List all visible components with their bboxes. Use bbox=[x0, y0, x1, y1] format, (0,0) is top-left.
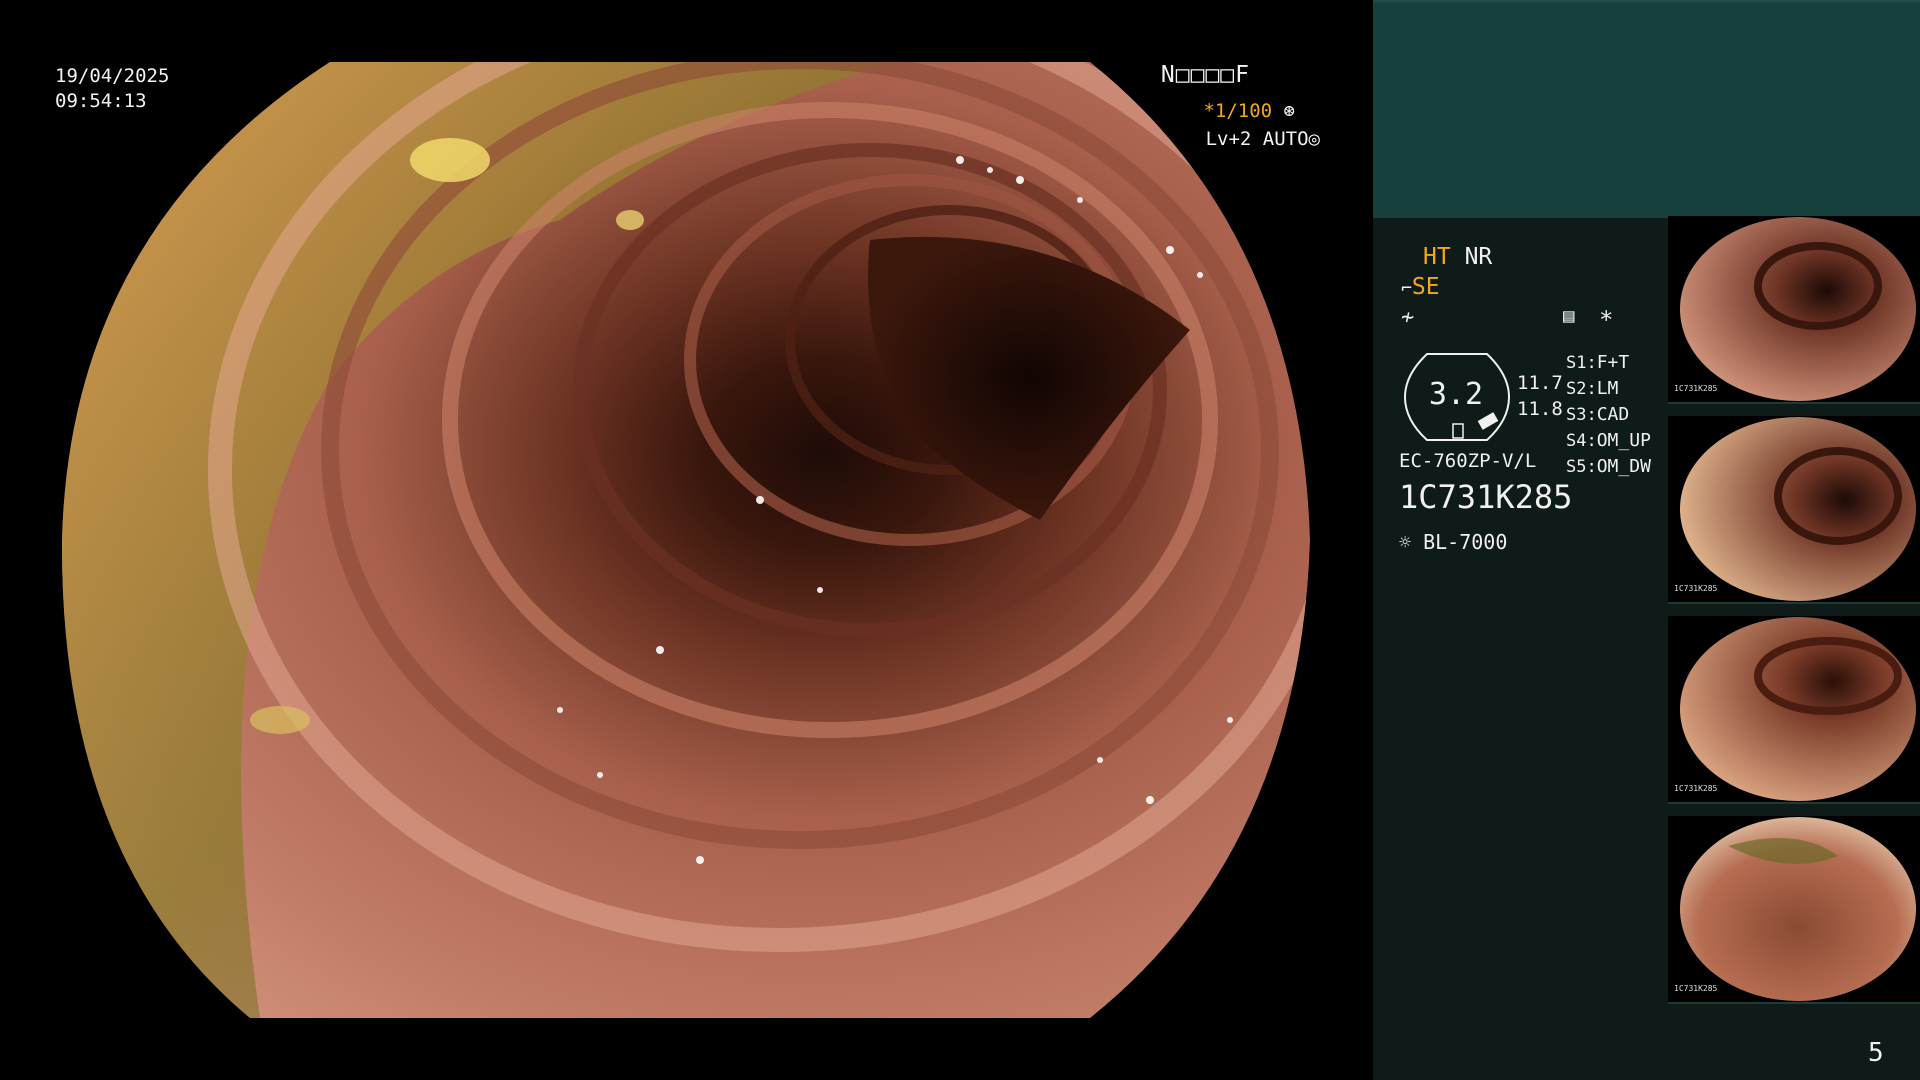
page-number: 5 bbox=[1868, 1038, 1884, 1068]
endoscopic-image bbox=[61, 62, 1311, 1018]
auto-exposure-icon: ◎ bbox=[1308, 128, 1320, 150]
thumbnail-image bbox=[1680, 417, 1916, 601]
settings-item: S2:LM bbox=[1566, 378, 1619, 399]
thumbnail-1[interactable]: 1C731K285 bbox=[1668, 216, 1920, 404]
nr-label: NR bbox=[1464, 244, 1493, 270]
scope-model: EC-760ZP-V/L bbox=[1399, 450, 1537, 472]
settings-item: S5:OM_DW bbox=[1566, 456, 1651, 477]
gauge-right-top: 11.7 bbox=[1517, 372, 1563, 394]
gauge-right-bottom: 11.8 bbox=[1517, 398, 1563, 420]
star-mark: * bbox=[1599, 306, 1614, 334]
panel-header-area bbox=[1373, 0, 1920, 218]
shutter-icon: ⊛ bbox=[1283, 100, 1295, 122]
thumbnail-image bbox=[1680, 617, 1916, 801]
filter-icon: ≁ bbox=[1401, 305, 1415, 330]
thumbnail-label: 1C731K285 bbox=[1674, 984, 1718, 993]
shutter-speed: *1/100 ⊛ bbox=[1120, 100, 1295, 122]
patient-code: N□□□□F bbox=[1160, 62, 1250, 88]
date-label: 19/04/2025 bbox=[55, 65, 170, 87]
se-label: SE bbox=[1411, 274, 1440, 300]
settings-item: S4:OM_UP bbox=[1566, 430, 1651, 451]
shutter-value: *1/100 bbox=[1203, 100, 1273, 122]
endoscope-view: 19/04/2025 09:54:13 N□□□□F *1/100 ⊛ Lv+2… bbox=[0, 0, 1372, 1080]
level-value: Lv+2 bbox=[1205, 128, 1252, 150]
thumbnail-label: 1C731K285 bbox=[1674, 384, 1718, 393]
settings-item: S3:CAD bbox=[1566, 404, 1630, 425]
edge-enhance-icon: ⌐ bbox=[1401, 278, 1412, 299]
light-source-icon: ☼ bbox=[1399, 530, 1412, 554]
thumbnail-image bbox=[1680, 217, 1916, 401]
memory-icon: ▤ bbox=[1563, 305, 1575, 327]
exposure-status: Lv+2 AUTO◎ bbox=[1120, 128, 1320, 150]
settings-item: S1:F+T bbox=[1566, 352, 1630, 373]
thumbnail-label: 1C731K285 bbox=[1674, 584, 1718, 593]
scope-serial: 1C731K285 bbox=[1399, 478, 1573, 516]
thumbnail-label: 1C731K285 bbox=[1674, 784, 1718, 793]
light-source-label: BL-7000 bbox=[1423, 530, 1508, 554]
thumbnail-3[interactable]: 1C731K285 bbox=[1668, 616, 1920, 804]
thumbnail-image bbox=[1680, 817, 1916, 1001]
thumbnail-4[interactable]: 1C731K285 bbox=[1668, 816, 1920, 1004]
thumbnail-2[interactable]: 1C731K285 bbox=[1668, 416, 1920, 604]
ht-label: HT bbox=[1423, 244, 1451, 270]
gauge-value: 3.2 bbox=[1428, 377, 1484, 412]
settings-list: S1:F+T S2:LM S3:CAD S4:OM_UP S5:OM_DW bbox=[1566, 350, 1651, 480]
mode-value: AUTO bbox=[1262, 128, 1309, 150]
light-source-row: ☼ BL-7000 bbox=[1399, 530, 1507, 554]
time-label: 09:54:13 bbox=[55, 90, 147, 112]
ht-nr-row: HT NR bbox=[1423, 244, 1492, 270]
se-row: ⌐SE bbox=[1401, 274, 1440, 300]
